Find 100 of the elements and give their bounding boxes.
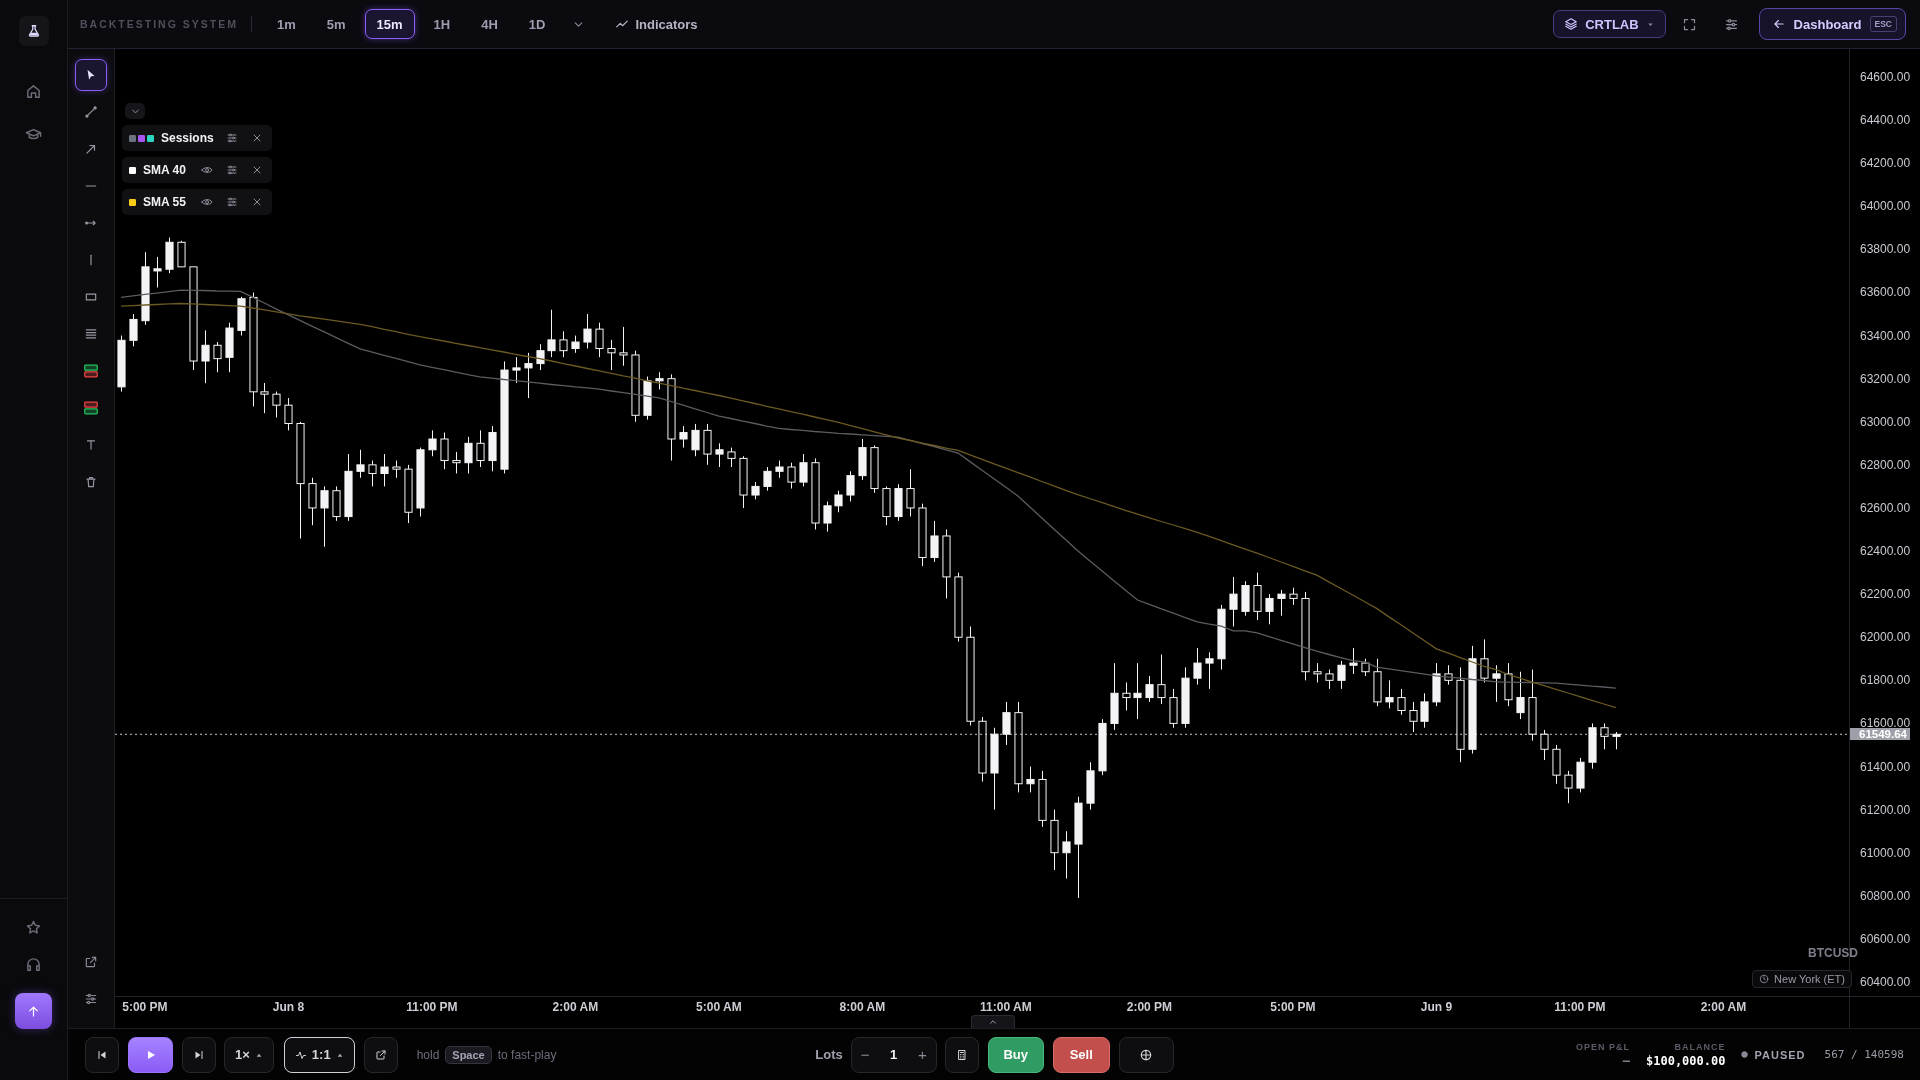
close-icon[interactable]	[251, 196, 263, 208]
external-link-icon[interactable]	[84, 955, 98, 969]
candlestick	[619, 326, 628, 367]
candlestick	[177, 240, 186, 268]
candlestick	[1420, 692, 1429, 729]
price-axis-label: 64400.00	[1860, 115, 1911, 126]
external-link-button[interactable]	[363, 1036, 398, 1073]
candlestick	[703, 423, 712, 466]
home-icon[interactable]	[25, 83, 42, 100]
sliders-icon[interactable]	[226, 196, 238, 208]
rectangle-icon	[84, 290, 98, 304]
timezone-badge[interactable]: New York (ET)	[1752, 970, 1852, 988]
hint-text: hold	[416, 1047, 440, 1062]
time-axis-label: 5:00 AM	[696, 1001, 742, 1014]
candlestick	[344, 453, 353, 522]
time-axis-label: 2:00 AM	[552, 1001, 599, 1014]
candlestick	[607, 339, 616, 371]
play-button[interactable]	[128, 1036, 173, 1073]
candlestick	[225, 322, 234, 373]
up-arrow-button[interactable]	[15, 993, 52, 1029]
candlestick	[1217, 604, 1226, 671]
timeframe-tab[interactable]: 1m	[264, 9, 308, 39]
candlestick	[930, 520, 939, 563]
stacked-lines-icon	[84, 327, 98, 341]
skip-forward-button[interactable]	[182, 1036, 216, 1073]
ratio-button[interactable]: 1:1	[283, 1036, 355, 1073]
cursor-tool-button[interactable]	[75, 59, 107, 91]
timeframe-tab[interactable]: 1H	[421, 9, 463, 39]
candlestick	[320, 485, 329, 548]
fullscreen-icon[interactable]	[1681, 16, 1697, 32]
candlestick	[237, 296, 246, 337]
price-axis-label: 64600.00	[1860, 72, 1911, 82]
close-icon[interactable]	[251, 132, 263, 144]
timeframe-tab[interactable]: 15m	[364, 9, 415, 39]
price-axis-label: 62800.00	[1860, 459, 1911, 470]
clock-icon	[1759, 974, 1770, 984]
eye-icon[interactable]	[201, 196, 213, 208]
candlestick	[918, 503, 927, 567]
diagonal-arrow-icon	[84, 142, 98, 156]
candlestick	[416, 447, 425, 518]
timeframe-tab[interactable]: 5m	[314, 9, 358, 39]
candlestick	[954, 572, 963, 643]
price-axis-label: 61200.00	[1860, 804, 1911, 815]
candlestick	[894, 483, 903, 522]
indicator-name: SMA 40	[143, 163, 186, 177]
candlestick	[1133, 662, 1142, 720]
skip-back-button[interactable]	[85, 1036, 119, 1073]
speed-button[interactable]: 1×	[224, 1036, 274, 1073]
candlestick	[1325, 669, 1334, 690]
settings-icon[interactable]	[1723, 16, 1739, 32]
candlestick	[1480, 638, 1489, 683]
candlestick	[1193, 647, 1202, 686]
candlestick	[870, 444, 879, 494]
shortcut-key: ESC	[1869, 16, 1897, 32]
candlestick	[428, 429, 437, 457]
candlestick	[787, 462, 796, 490]
price-axis-label: 63000.00	[1860, 416, 1911, 427]
headset-icon[interactable]	[25, 956, 42, 973]
candlestick	[1349, 647, 1358, 675]
candlestick	[1373, 658, 1382, 707]
time-axis-label: 11:00 AM	[980, 1001, 1032, 1014]
sliders-icon[interactable]	[226, 164, 238, 176]
candlestick	[799, 453, 808, 487]
candlestick	[1444, 664, 1453, 686]
candlestick	[1432, 662, 1441, 707]
timeframe-tab[interactable]: 4H	[469, 9, 510, 39]
indicators-button[interactable]: Indicators	[609, 12, 704, 36]
timeframe-tab[interactable]: 1D	[516, 9, 558, 39]
candlestick	[1337, 660, 1346, 690]
sliders-icon[interactable]	[226, 132, 238, 144]
stacked-boxes-icon	[84, 364, 98, 378]
crosshair-icon	[1139, 1047, 1154, 1062]
increment-button[interactable]: +	[913, 1046, 931, 1063]
lots-input[interactable]: 1	[886, 1045, 902, 1064]
sell-button[interactable]: Sell	[1052, 1036, 1110, 1073]
candlestick	[464, 436, 473, 474]
dashboard-button[interactable]: Dashboard ESC	[1758, 8, 1906, 40]
calculator-button[interactable]	[944, 1036, 979, 1073]
trend-line-icon	[615, 17, 630, 31]
time-axis-label: 5:00 PM	[1270, 1001, 1316, 1014]
price-axis-label: 61400.00	[1860, 761, 1911, 772]
candlestick	[727, 447, 736, 468]
candlestick	[834, 490, 843, 513]
candlestick	[1385, 679, 1394, 709]
crosshair-button[interactable]	[1118, 1036, 1174, 1073]
time-axis-label: 2:00 AM	[1700, 1001, 1747, 1014]
settings-icon[interactable]	[84, 992, 98, 1006]
candlestick	[823, 501, 832, 533]
close-icon[interactable]	[251, 164, 263, 176]
decrement-button[interactable]: −	[856, 1046, 874, 1063]
price-axis-label: 64200.00	[1860, 158, 1911, 169]
workspace-button[interactable]: CRTLAB	[1553, 10, 1666, 38]
candlestick	[942, 529, 951, 599]
skip-back-icon	[96, 1048, 108, 1061]
star-icon[interactable]	[25, 919, 42, 936]
candlestick	[512, 356, 521, 384]
candlestick	[440, 432, 449, 470]
eye-icon[interactable]	[201, 164, 213, 176]
candlestick	[882, 485, 891, 526]
candlestick	[488, 425, 497, 472]
